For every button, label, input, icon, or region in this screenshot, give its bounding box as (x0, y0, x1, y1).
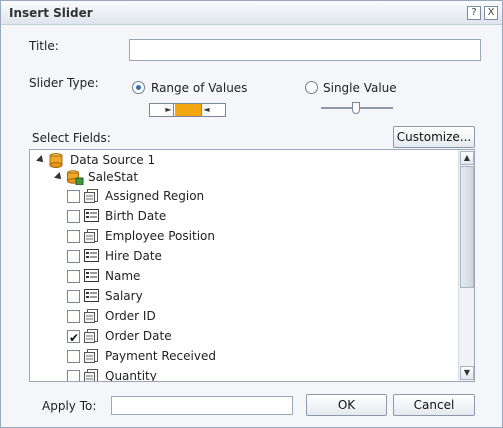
field-icon (84, 329, 98, 343)
expand-icon[interactable] (54, 172, 64, 182)
slider-left-handle: ► (164, 104, 174, 116)
list-item[interactable]: Employee Position (66, 226, 456, 246)
field-label: Name (105, 269, 141, 283)
list-item[interactable]: ✔ Order Date (66, 326, 456, 346)
field-checkbox[interactable] (67, 190, 80, 203)
field-checkbox[interactable] (67, 370, 80, 381)
range-of-values-radio[interactable] (132, 81, 145, 94)
data-source-icon (49, 153, 63, 168)
slider-right-handle: ◄ (201, 104, 211, 116)
close-button[interactable]: X (484, 6, 498, 20)
field-checkbox[interactable] (67, 250, 80, 263)
field-checkbox[interactable] (67, 290, 80, 303)
field-label: Hire Date (105, 249, 162, 263)
list-item[interactable]: Birth Date (66, 206, 456, 226)
field-checkbox[interactable] (67, 210, 80, 223)
list-item[interactable]: Payment Received (66, 346, 456, 366)
field-checkbox[interactable] (67, 350, 80, 363)
ok-button[interactable]: OK (306, 394, 387, 416)
title-bar: Insert Slider ? X (1, 1, 502, 25)
insert-slider-dialog: Insert Slider ? X Title: Slider Type: Ra… (0, 0, 503, 428)
dialog-title: Insert Slider (9, 6, 93, 20)
single-slider-preview (321, 102, 393, 114)
field-icon (84, 309, 98, 323)
field-label: Assigned Region (105, 189, 205, 203)
list-item[interactable]: Order ID (66, 306, 456, 326)
list-item[interactable]: Quantity (66, 366, 456, 382)
field-label: Employee Position (105, 229, 215, 243)
field-checkbox[interactable]: ✔ (67, 330, 80, 345)
title-label: Title: (29, 39, 59, 53)
date-field-icon (84, 209, 99, 222)
single-value-radio[interactable] (305, 81, 318, 94)
tree-child-row[interactable]: SaleStat (52, 167, 452, 187)
slider-type-label: Slider Type: (29, 76, 99, 90)
cancel-button[interactable]: Cancel (393, 394, 475, 416)
field-icon (84, 229, 98, 243)
apply-to-input[interactable] (111, 396, 293, 415)
list-item[interactable]: Name (66, 266, 456, 286)
list-item[interactable]: Assigned Region (66, 186, 456, 206)
tree-child-label: SaleStat (88, 170, 139, 184)
field-icon (84, 189, 98, 203)
field-checkbox[interactable] (67, 270, 80, 283)
scroll-thumb[interactable] (460, 166, 474, 288)
expand-icon[interactable] (36, 155, 46, 165)
date-field-icon (84, 289, 99, 302)
help-button[interactable]: ? (467, 6, 481, 20)
field-label: Order Date (105, 329, 172, 343)
field-label: Order ID (105, 309, 156, 323)
single-slider-thumb (352, 102, 360, 114)
range-slider-preview: ► ◄ (149, 103, 226, 117)
single-value-label: Single Value (323, 81, 397, 95)
field-icon (84, 349, 98, 363)
range-of-values-label: Range of Values (151, 81, 248, 95)
field-label: Birth Date (105, 209, 167, 223)
fields-tree: Data Source 1 SaleStat Assigned Region B… (29, 149, 475, 382)
apply-to-label: Apply To: (42, 399, 97, 413)
field-label: Quantity (105, 369, 157, 382)
scroll-down-icon[interactable]: ▼ (460, 366, 474, 380)
query-icon (67, 170, 84, 185)
date-field-icon (84, 269, 99, 282)
list-item[interactable]: Hire Date (66, 246, 456, 266)
title-input[interactable] (129, 39, 481, 61)
list-item[interactable]: Salary (66, 286, 456, 306)
field-icon (84, 369, 98, 381)
field-checkbox[interactable] (67, 310, 80, 323)
date-field-icon (84, 249, 99, 262)
vertical-scrollbar[interactable]: ▲ ▼ (458, 150, 474, 381)
field-label: Payment Received (105, 349, 216, 363)
slider-range-fill (175, 104, 201, 116)
customize-button[interactable]: Customize... (393, 126, 475, 148)
select-fields-label: Select Fields: (32, 131, 111, 145)
scroll-up-icon[interactable]: ▲ (460, 151, 474, 165)
field-label: Salary (105, 289, 143, 303)
check-icon: ✔ (69, 331, 80, 345)
field-checkbox[interactable] (67, 230, 80, 243)
